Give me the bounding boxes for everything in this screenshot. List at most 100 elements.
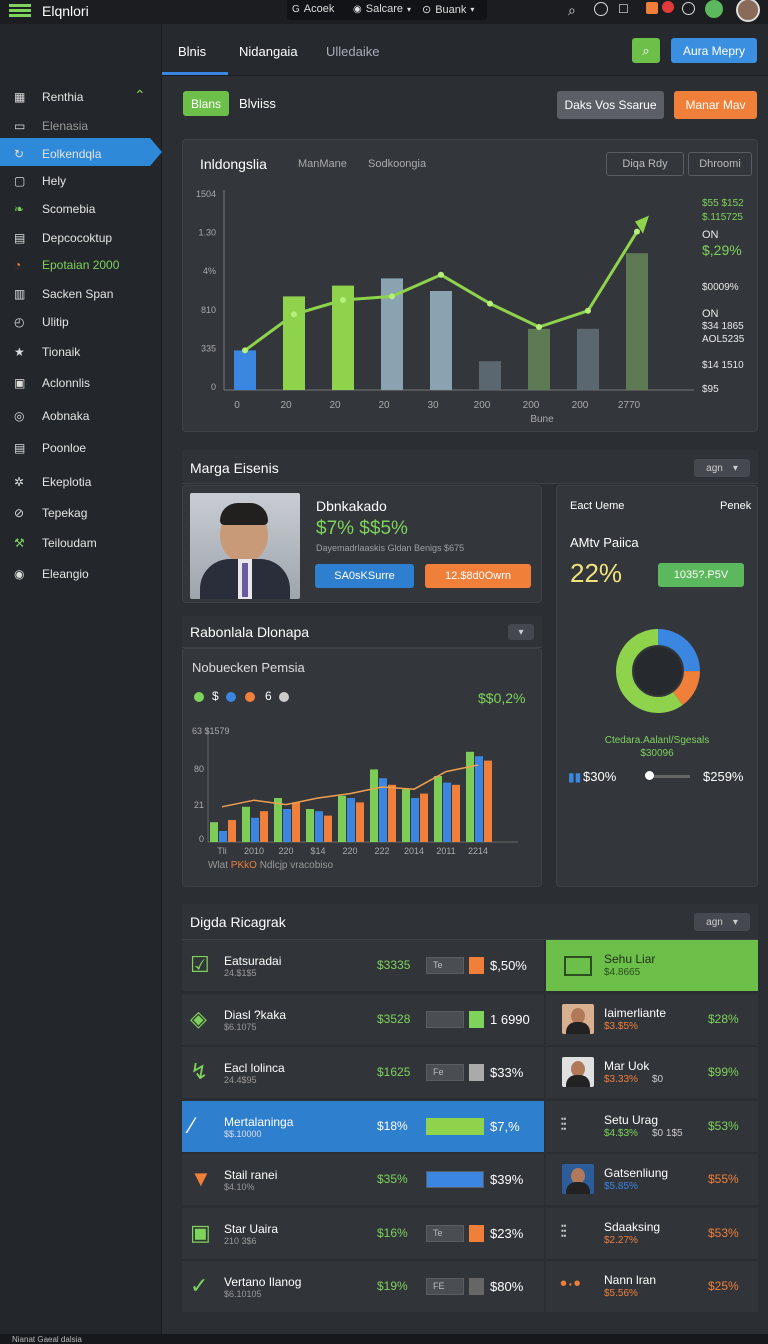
avatar[interactable]: [736, 0, 760, 22]
sidebar-item[interactable]: ▢ Hely: [0, 167, 160, 195]
sidebar-item[interactable]: ▤ Poonloe: [0, 434, 160, 462]
browser-tab[interactable]: G Acoek: [292, 3, 334, 15]
chevron-down-icon[interactable]: ▾: [508, 624, 534, 640]
sidebar-item[interactable]: ◎ Aobnaka: [0, 402, 160, 430]
blans-badge[interactable]: Blans: [183, 91, 229, 116]
list-item[interactable]: Sehu Liar $4.8665: [546, 940, 758, 992]
chart-filter-button[interactable]: Diqa Rdy: [606, 152, 684, 176]
browser-tab[interactable]: ⊙ Buank ▾: [422, 3, 474, 17]
sidebar-item[interactable]: ◴ Ulitip: [0, 308, 160, 336]
list-item-value: $55%: [708, 1172, 739, 1186]
chart-bar: [434, 776, 442, 842]
row-percent: $39%: [490, 1172, 524, 1187]
list-item[interactable]: ⫶⫶ Setu Urag $4.$3% $0 1$5 $53%: [546, 1100, 758, 1153]
sidebar-item-label: Elenasia: [42, 119, 89, 133]
sidebar-item[interactable]: ↻ Eolkendqla: [0, 140, 160, 168]
sidebar-item[interactable]: ▥ Sacken Span: [0, 280, 160, 308]
box-icon: [564, 956, 592, 976]
table-row[interactable]: ▣ Star Uaira 210 3$6 $16% Te $23%: [182, 1207, 544, 1260]
notification-icon[interactable]: [646, 2, 658, 14]
row-percent: $23%: [490, 1225, 524, 1241]
table-row[interactable]: ☑ Eatsuradai 24.$1$5 $3335 Te $,50%: [182, 940, 544, 992]
table-row[interactable]: ◈ Diasl ?kaka $6.1075 $3528 1 6990: [182, 993, 544, 1046]
list-item[interactable]: ⫶⫶ Sdaaksing $2.27% $53%: [546, 1207, 758, 1260]
x-tick-label: 222: [374, 846, 389, 856]
search-icon[interactable]: ⌕: [568, 2, 576, 19]
chart-bar: [626, 253, 648, 390]
sidebar-item[interactable]: ▤ Depcocoktup: [0, 224, 160, 252]
download-icon[interactable]: [705, 0, 723, 18]
sidebar-item[interactable]: ◉ Eleangio: [0, 560, 160, 588]
table-row[interactable]: ▼ Stail ranei $4.10% $35% $39%: [182, 1154, 544, 1206]
trend-point: [585, 307, 591, 314]
menu-icon[interactable]: [9, 4, 31, 18]
sidebar-item[interactable]: ⊘ Tepekag: [0, 499, 160, 527]
y-tick-label: 80: [194, 764, 204, 774]
nav-tab[interactable]: Blnis: [178, 44, 206, 59]
sidebar-item-label: Epotaian 2000: [42, 258, 120, 272]
list-item[interactable]: Iaimerliante $3.$5% $28%: [546, 993, 758, 1046]
sidebar-item[interactable]: ▭ Elenasia: [0, 112, 160, 140]
sidebar-item[interactable]: ❧ Scomebia: [0, 195, 160, 223]
chart-tab[interactable]: Sodkoongia: [368, 158, 426, 170]
profile-blue-button[interactable]: SA0sKSurre: [315, 564, 414, 588]
sidebar-item[interactable]: ▣ Aclonnlis: [0, 369, 160, 397]
chart-filter-button[interactable]: Dhroomi: [688, 152, 752, 176]
list-item-extra: $0 1$5: [652, 1127, 683, 1139]
secondary-button[interactable]: Daks Vos Ssarue: [557, 91, 664, 119]
x-tick-label: 20: [329, 400, 341, 411]
dropdown-select[interactable]: agn ▾: [694, 459, 750, 477]
list-item-value: $28%: [708, 1011, 739, 1026]
chart-bar: [219, 831, 227, 842]
dropdown-select[interactable]: agn ▾: [694, 913, 750, 931]
list-item[interactable]: Mar Uok $3.33% $0 $99%: [546, 1047, 758, 1099]
chart-bar: [324, 815, 332, 842]
list-item-name: Setu Urag: [604, 1112, 659, 1127]
header-search-button[interactable]: ⌕: [632, 38, 660, 63]
help-icon[interactable]: [594, 2, 608, 16]
main-chart: 1504 1.30 4% 810 335 0 0 20 20 20 30 200 200 200 2770 B…: [196, 189, 694, 425]
chart-side-label: $,29%: [702, 242, 742, 258]
nav-tab[interactable]: Nidangaia: [239, 44, 298, 59]
slider-thumb[interactable]: [645, 771, 654, 780]
sidebar-item[interactable]: ★ Tionaik: [0, 338, 160, 366]
header-action-button[interactable]: Aura Mepry: [671, 38, 757, 63]
gift-icon: ▣: [14, 376, 26, 390]
list-item-subtext: $4.8665: [604, 967, 641, 978]
card-pill[interactable]: 1035?.P5V: [658, 563, 744, 587]
nav-active-indicator: [160, 72, 228, 75]
chart-bar: [347, 798, 355, 842]
status-icon[interactable]: [682, 2, 695, 15]
browser-tab[interactable]: ◉ Salcare ▾: [353, 3, 411, 15]
list-item-subtext: $5.85%: [604, 1181, 638, 1192]
row-tag: Fe: [426, 1064, 464, 1081]
y-tick-label: 335: [201, 343, 216, 353]
sidebar-item-label: Ekeplotia: [42, 475, 92, 489]
primary-orange-button[interactable]: Manar Mav: [674, 91, 757, 119]
table-row[interactable]: ✓ Vertano Ilanog $6.10105 $19% FE $80%: [182, 1261, 544, 1313]
row-percent: $80%: [490, 1279, 524, 1294]
chart-tab[interactable]: ManMane: [298, 158, 347, 170]
chat-icon[interactable]: ☐: [618, 2, 629, 16]
profile-orange-button[interactable]: 12.$8d0Owrn: [425, 564, 531, 588]
table-row[interactable]: ⁄ Mertalaninga $$.10000 $18% $7,%: [182, 1100, 544, 1153]
calendar-icon: ▭: [14, 119, 26, 133]
sidebar-item[interactable]: ◔ Epotaian 2000: [0, 251, 160, 279]
chart-title: Inldongslia: [200, 156, 267, 172]
sidebar-item[interactable]: ✲ Ekeplotia: [0, 468, 160, 496]
row-value: $3528: [377, 1011, 411, 1026]
tool-icon: ⚒: [14, 536, 25, 550]
chart-bar: [234, 350, 256, 390]
chart-bar: [577, 328, 599, 390]
sidebar-item[interactable]: ⚒ Teiloudam: [0, 529, 160, 557]
row-name: Vertano Ilanog: [224, 1275, 302, 1289]
chevron-up-icon[interactable]: ⌃: [134, 87, 146, 104]
table-row[interactable]: ↯ Eacl lolinca 24.4$95 $1625 Fe $33%: [182, 1047, 544, 1099]
list-item[interactable]: •·• Nann lran $5.56% $25%: [546, 1261, 758, 1313]
x-tick-label: 200: [474, 400, 491, 411]
nav-tab[interactable]: Ulledaike: [326, 44, 379, 59]
list-item[interactable]: Gatsenliung $5.85% $55%: [546, 1154, 758, 1206]
list-item-name: Mar Uok: [604, 1059, 650, 1073]
sidebar-item[interactable]: ▦ Renthia ⌃: [0, 83, 160, 111]
row-color-square: [469, 1010, 484, 1028]
